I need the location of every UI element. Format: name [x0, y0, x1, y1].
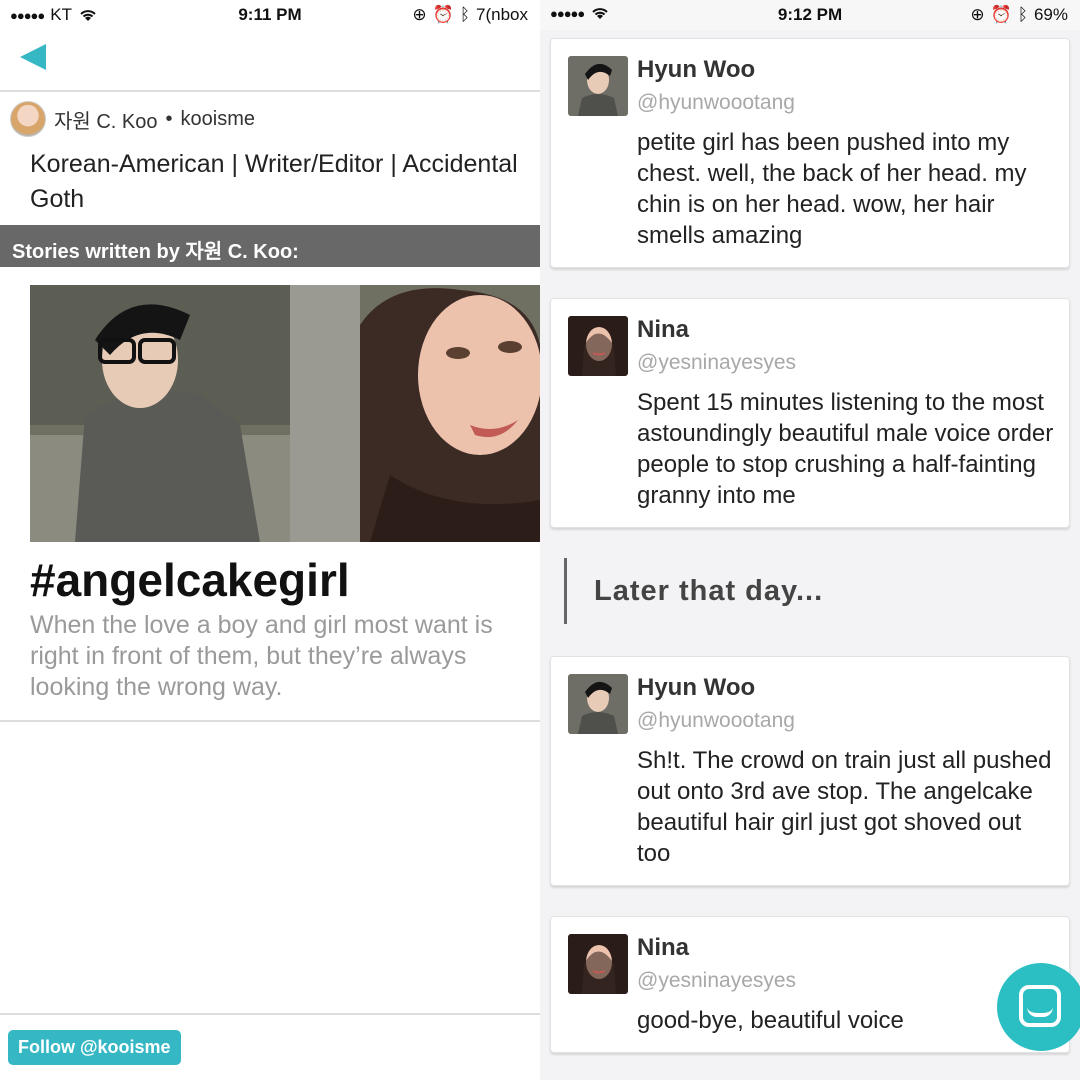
- message-card: Hyun Woo @hyunwoootang petite girl has b…: [550, 38, 1070, 268]
- sender-name: Hyun Woo: [637, 674, 756, 701]
- message-card: Nina @yesninayesyes Spent 15 minutes lis…: [550, 298, 1070, 528]
- rotation-lock-icon: ⊕: [970, 5, 985, 24]
- story-title[interactable]: #angelcakegirl: [30, 553, 350, 607]
- avatar[interactable]: [568, 56, 628, 116]
- sender-handle: @yesninayesyes: [637, 351, 797, 374]
- alarm-icon: ⏰: [990, 5, 1012, 24]
- author-username: kooisme: [180, 107, 255, 130]
- bluetooth-icon: ᛒ: [459, 5, 471, 24]
- sender-handle: @yesninayesyes: [637, 969, 797, 992]
- avatar[interactable]: [568, 316, 628, 376]
- message-text: Spent 15 minutes listening to the most a…: [637, 389, 1054, 509]
- follow-button[interactable]: Follow @kooisme: [8, 1030, 181, 1065]
- author-name: 자원 C. Koo: [54, 110, 158, 133]
- bluetooth-icon: ᛒ: [1017, 5, 1028, 24]
- battery-percent: 69%: [1033, 5, 1068, 24]
- story-profile-screen: ●●●●● KT 9:11 PM ⊕ ⏰ ᛒ 7(nbox 자원 C. Koo …: [0, 0, 540, 1080]
- status-right: ⊕ ⏰ ᛒ 69%: [970, 5, 1068, 25]
- author-avatar[interactable]: [10, 101, 46, 137]
- message-card: Nina @yesninayesyes good-bye, beautiful …: [550, 916, 1070, 1053]
- story-cover-image[interactable]: [30, 285, 540, 542]
- sender-name: Nina: [637, 934, 690, 961]
- author-bio: Korean-American | Writer/Editor | Accide…: [30, 150, 518, 213]
- message-text: Sh!t. The crowd on train just all pushed…: [637, 747, 1052, 867]
- interlude-text: Later that day...: [564, 558, 823, 624]
- alarm-icon: ⏰: [432, 5, 454, 24]
- message-text: good-bye, beautiful voice: [637, 1007, 904, 1034]
- sender-name: Nina: [637, 316, 690, 343]
- status-right: ⊕ ⏰ ᛒ 7(nbox: [412, 5, 528, 25]
- avatar[interactable]: [568, 674, 628, 734]
- author-separator: •: [165, 107, 173, 130]
- status-bar: ●●●●● KT 9:11 PM ⊕ ⏰ ᛒ 7(nbox: [0, 0, 540, 30]
- status-right-text: 7(nbox: [476, 5, 528, 24]
- section-header: Stories written by 자원 C. Koo:: [0, 225, 540, 267]
- message-card: Hyun Woo @hyunwoootang Sh!t. The crowd o…: [550, 656, 1070, 886]
- divider: [0, 1013, 540, 1015]
- story-chat-screen: ●●●●● 9:12 PM ⊕ ⏰ ᛒ 69% Hyun Woo @hyunwo…: [540, 0, 1080, 1080]
- message-text: petite girl has been pushed into my ches…: [637, 129, 1027, 249]
- divider: [0, 720, 540, 722]
- sender-handle: @hyunwoootang: [637, 91, 795, 114]
- sender-name: Hyun Woo: [637, 56, 756, 83]
- nav-bar: [0, 30, 540, 92]
- rotation-lock-icon: ⊕: [412, 5, 427, 24]
- avatar[interactable]: [568, 934, 628, 994]
- chat-launcher-button[interactable]: [997, 963, 1080, 1051]
- story-description: When the love a boy and girl most want i…: [30, 611, 493, 701]
- author-row[interactable]: 자원 C. Koo • kooisme: [10, 100, 530, 138]
- status-bar: ●●●●● 9:12 PM ⊕ ⏰ ᛒ 69%: [540, 0, 1080, 30]
- chat-icon: [1019, 985, 1061, 1027]
- sender-handle: @hyunwoootang: [637, 709, 795, 732]
- back-arrow-icon[interactable]: [18, 42, 48, 72]
